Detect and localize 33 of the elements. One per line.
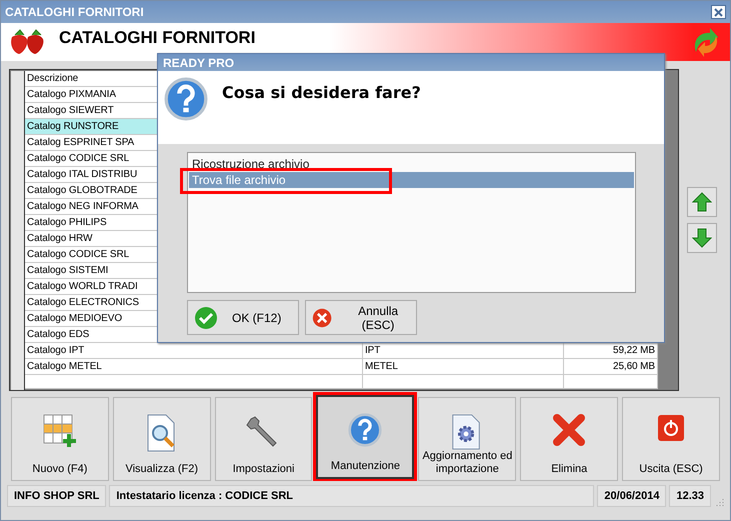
table-cell: METEL [363, 359, 564, 374]
toolbar-button[interactable]: Visualizza (F2) [112, 397, 211, 481]
header-title: CATALOGHI FORNITORI [59, 28, 256, 48]
status-cell: Intestatario licenza : CODICE SRL [109, 485, 594, 507]
toolbar-button[interactable]: Uscita (ESC) [622, 397, 720, 481]
power-icon [657, 414, 686, 442]
cancel-button[interactable]: Annulla (ESC) [305, 300, 417, 335]
toolbar-button[interactable]: Manutenzione [316, 395, 414, 479]
delete-icon [553, 414, 586, 446]
grid-add-icon [42, 414, 77, 448]
toolbar-button[interactable]: Elimina [520, 397, 618, 481]
status-cell: 12.33 [669, 485, 711, 507]
status-cell: INFO SHOP SRL [7, 485, 106, 507]
toolbar-button[interactable]: Impostazioni [214, 397, 312, 481]
table-cell: 25,60 MB [564, 359, 658, 374]
table-row[interactable]: Catalogo METEL METEL 25,60 MB [25, 359, 658, 375]
arrow-up-icon [692, 192, 712, 212]
ok-button[interactable]: OK (F12) [187, 300, 299, 335]
window-title: CATALOGHI FORNITORI [5, 5, 144, 19]
question-icon [164, 77, 208, 122]
dialog-title: READY PRO [163, 56, 234, 70]
toolbar-button[interactable]: Nuovo (F4) [11, 397, 109, 481]
close-icon [714, 8, 723, 16]
arrow-down-icon [692, 228, 712, 248]
move-down-button[interactable] [687, 223, 717, 253]
status-cell: 20/06/2014 [597, 485, 666, 507]
check-icon [194, 306, 218, 330]
question-icon [348, 413, 382, 447]
resize-grip-icon [714, 497, 724, 507]
toolbar-button[interactable]: Aggiornamento ed importazione [418, 397, 516, 481]
table-cell: Catalogo METEL [25, 359, 363, 374]
move-up-button[interactable] [687, 187, 717, 217]
close-button[interactable] [711, 5, 726, 19]
